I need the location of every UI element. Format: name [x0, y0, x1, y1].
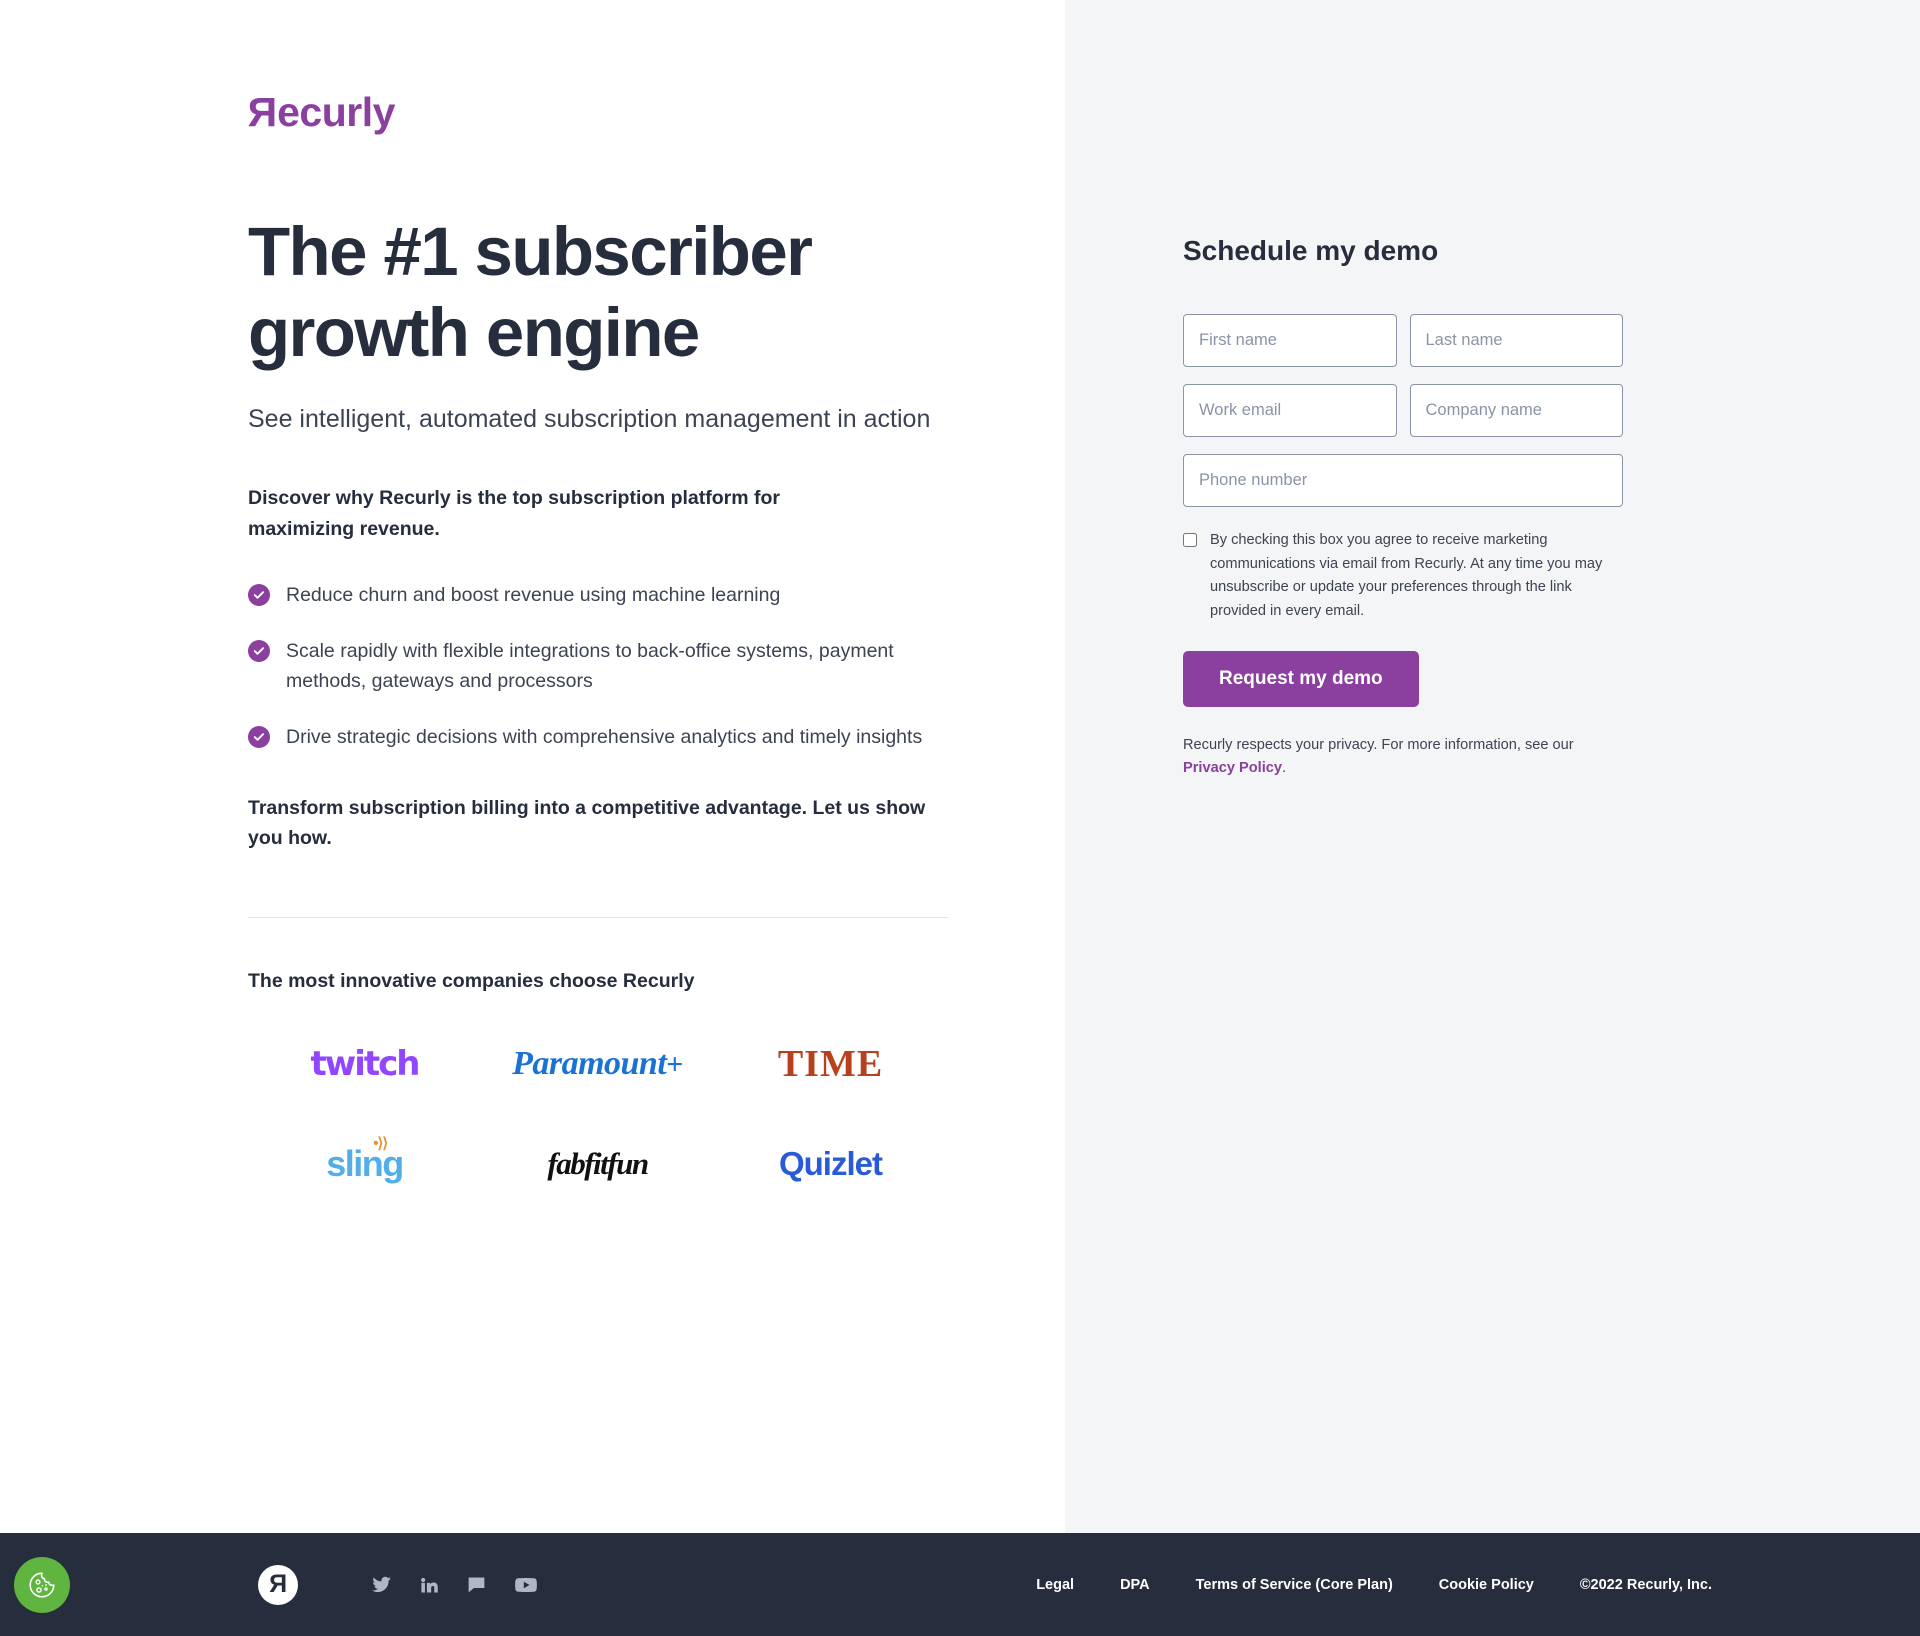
customer-logo-grid: twitch Paramount+ TIME •⟩⟩ sling fabfitfu…	[248, 1029, 948, 1199]
name-row	[1183, 314, 1623, 367]
benefit-text: Reduce churn and boost revenue using mac…	[286, 583, 781, 606]
page-body: Recurly The #1 subscriber growth engine …	[0, 0, 1920, 1533]
page-subheadline: See intelligent, automated subscription …	[248, 404, 931, 433]
recurly-logo-text: Recurly	[248, 89, 395, 135]
footer-recurly-logo[interactable]: R	[258, 1564, 298, 1605]
work-email-input[interactable]	[1183, 384, 1397, 437]
privacy-note-prefix: Recurly respects your privacy. For more …	[1183, 736, 1574, 753]
logo-quizlet: Quizlet	[714, 1129, 947, 1199]
privacy-note-suffix: .	[1281, 760, 1287, 777]
benefit-text: Drive strategic decisions with comprehen…	[286, 726, 923, 749]
sling-logo-text: •⟩⟩ sling	[326, 1135, 404, 1185]
request-demo-button[interactable]: Request my demo	[1183, 650, 1419, 707]
list-item: Scale rapidly with flexible integrations…	[248, 636, 928, 696]
demo-request-form: By checking this box you agree to receiv…	[1183, 314, 1623, 781]
paramount-logo-text: Paramount+	[512, 1045, 683, 1083]
privacy-note: Recurly respects your privacy. For more …	[1183, 734, 1623, 781]
cookie-settings-button[interactable]	[14, 1556, 70, 1613]
recurly-logo[interactable]: Recurly	[248, 89, 1065, 135]
glassdoor-icon[interactable]	[466, 1574, 487, 1595]
closing-paragraph: Transform subscription billing into a co…	[248, 796, 926, 849]
check-circle-icon	[248, 726, 270, 749]
customers-title: The most innovative companies choose Rec…	[248, 970, 695, 993]
last-name-input[interactable]	[1409, 314, 1623, 367]
marketing-consent-label: By checking this box you agree to receiv…	[1210, 532, 1603, 619]
footer-link-legal[interactable]: Legal	[1036, 1577, 1074, 1593]
form-title: Schedule my demo	[1183, 235, 1439, 266]
fabfitfun-logo-text: fabfitfun	[547, 1146, 649, 1182]
benefit-text: Scale rapidly with flexible integrations…	[286, 639, 894, 693]
sling-waves-icon: •⟩⟩	[373, 1135, 388, 1153]
logo-time: TIME	[714, 1029, 947, 1099]
time-logo-text: TIME	[777, 1043, 884, 1086]
footer-link-terms-of-service[interactable]: Terms of Service (Core Plan)	[1196, 1577, 1393, 1593]
company-name-input[interactable]	[1409, 384, 1623, 437]
list-item: Reduce churn and boost revenue using mac…	[248, 580, 928, 610]
cookie-icon	[29, 1571, 55, 1598]
logo-twitch: twitch	[248, 1029, 481, 1099]
check-circle-icon	[248, 639, 270, 662]
form-column: Schedule my demo By checking this box yo…	[1065, 0, 1920, 1533]
footer-links: Legal DPA Terms of Service (Core Plan) C…	[1036, 1577, 1712, 1593]
youtube-icon[interactable]	[514, 1573, 538, 1597]
list-item: Drive strategic decisions with comprehen…	[248, 722, 928, 752]
first-name-input[interactable]	[1183, 314, 1397, 367]
marketing-consent: By checking this box you agree to receiv…	[1183, 529, 1623, 624]
logo-paramount-plus: Paramount+	[481, 1029, 714, 1099]
page-headline: The #1 subscriber growth engine	[248, 213, 813, 372]
email-company-row	[1183, 384, 1623, 437]
logo-fabfitfun: fabfitfun	[481, 1129, 714, 1199]
benefits-list: Reduce churn and boost revenue using mac…	[248, 580, 1065, 753]
footer-link-dpa[interactable]: DPA	[1120, 1577, 1150, 1593]
hero-column: Recurly The #1 subscriber growth engine …	[0, 0, 1065, 1533]
logo-sling: •⟩⟩ sling	[248, 1129, 481, 1199]
phone-number-input[interactable]	[1183, 454, 1623, 507]
section-divider	[248, 917, 948, 919]
footer-copyright: ©2022 Recurly, Inc.	[1579, 1576, 1712, 1593]
social-links	[370, 1573, 538, 1597]
twitch-logo-text: twitch	[310, 1044, 421, 1085]
landing-page: Recurly The #1 subscriber growth engine …	[0, 0, 1920, 1636]
twitter-icon[interactable]	[370, 1574, 392, 1596]
site-footer: R Legal DPA Terms of Service (Core Plan)…	[0, 1533, 1920, 1636]
lead-paragraph: Discover why Recurly is the top subscrip…	[248, 487, 781, 540]
check-circle-icon	[248, 583, 270, 606]
marketing-consent-checkbox[interactable]	[1183, 533, 1197, 547]
privacy-policy-link[interactable]: Privacy Policy	[1183, 760, 1282, 776]
quizlet-logo-text: Quizlet	[778, 1145, 883, 1183]
linkedin-icon[interactable]	[419, 1575, 439, 1595]
footer-link-cookie-policy[interactable]: Cookie Policy	[1439, 1577, 1534, 1593]
